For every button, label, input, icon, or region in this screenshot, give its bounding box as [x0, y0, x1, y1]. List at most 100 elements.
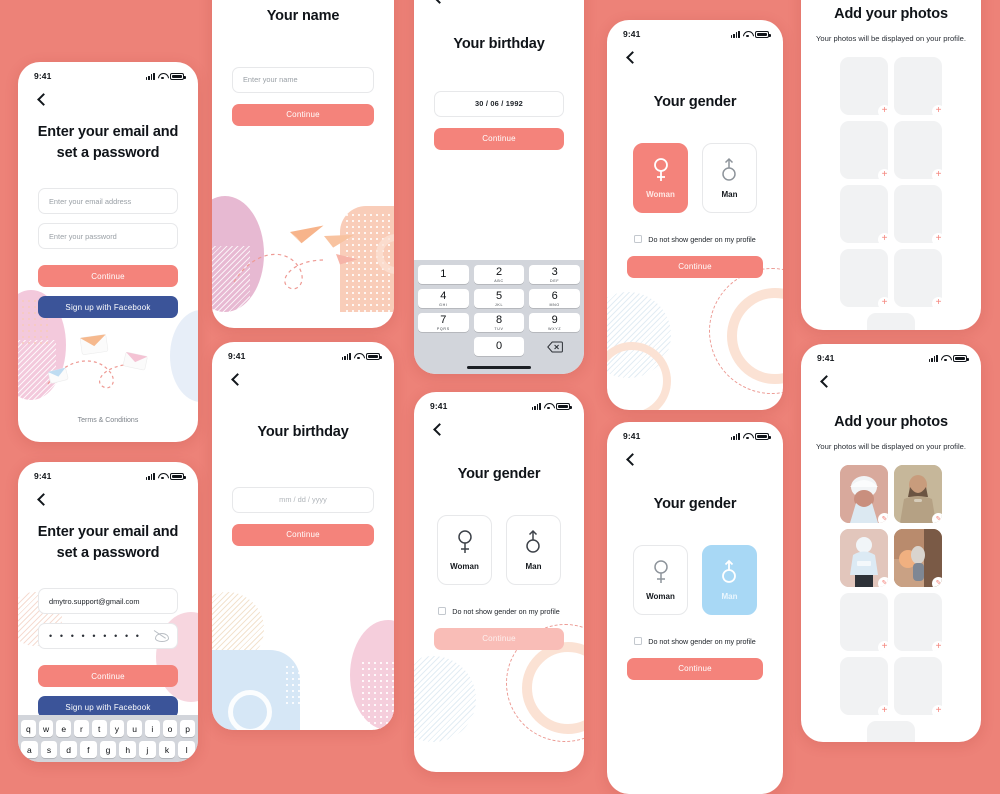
keyboard-key-q[interactable]: q	[20, 720, 36, 737]
gender-option-man[interactable]: Man	[506, 514, 561, 585]
photo-cell-empty[interactable]: +	[894, 656, 942, 715]
photo-cell-empty[interactable]: +	[840, 592, 888, 651]
birthday-input[interactable]: 30 / 06 / 1992	[434, 90, 564, 117]
keypad-key-3[interactable]: 3 DEF	[529, 265, 581, 284]
back-button[interactable]	[228, 372, 244, 388]
photo-cell-empty[interactable]: +	[894, 56, 942, 115]
page-title: Enter your email and set a password	[37, 524, 179, 561]
terms-and-conditions-link[interactable]: Terms & Conditions	[18, 417, 198, 424]
keyboard-key-p[interactable]: p	[180, 720, 196, 737]
edit-photo-icon[interactable]: ✎	[878, 576, 888, 587]
continue-button[interactable]: Continue	[434, 127, 564, 150]
keypad-key-4[interactable]: 4 GHI	[418, 289, 469, 308]
photo-cell-empty[interactable]: +	[894, 248, 942, 307]
numeric-keypad[interactable]: 1 2 ABC 3 DEF 4 GHI 5 JKL 6 MNO 7 PQRS 8 TUV 9 WXYZ 0	[414, 260, 584, 374]
email-input[interactable]: Enter your email address	[38, 188, 178, 215]
photo-cell-empty[interactable]: +	[840, 56, 888, 115]
add-photo-icon[interactable]: +	[932, 104, 942, 115]
password-input[interactable]: Enter your password	[38, 223, 178, 250]
photo-cell-empty[interactable]: +	[894, 184, 942, 243]
continue-button[interactable]: Continue	[38, 665, 178, 688]
add-photo-icon[interactable]: +	[878, 232, 888, 243]
add-photo-icon[interactable]: +	[932, 168, 942, 179]
back-button[interactable]	[430, 0, 446, 6]
add-photo-icon[interactable]: +	[932, 232, 942, 243]
continue-button[interactable]: Continue	[434, 627, 564, 650]
back-button[interactable]	[817, 374, 833, 390]
add-photo-icon[interactable]: +	[932, 296, 942, 307]
photo-cell-filled[interactable]: ✎	[894, 464, 942, 523]
photo-cell-empty[interactable]: +	[840, 248, 888, 307]
keyboard-key-t[interactable]: t	[91, 720, 107, 737]
email-input[interactable]: dmytro.support@gmail.com	[38, 588, 178, 615]
photo-cell-empty[interactable]: +	[840, 656, 888, 715]
hide-gender-checkbox[interactable]	[634, 235, 643, 244]
keypad-key-6[interactable]: 6 MNO	[529, 289, 581, 308]
keyboard-key-o[interactable]: o	[162, 720, 178, 737]
photo-cell-empty[interactable]: +	[840, 184, 888, 243]
qwerty-keyboard[interactable]: qwertyuiopasdfghjkl	[18, 715, 198, 762]
photo-cell-empty[interactable]: +	[894, 120, 942, 179]
add-photo-icon[interactable]: +	[932, 704, 942, 715]
edit-photo-icon[interactable]: ✎	[878, 512, 888, 523]
keypad-backspace-icon[interactable]	[529, 337, 580, 356]
add-photo-icon[interactable]: +	[932, 640, 942, 651]
photo-cell-filled[interactable]: ✎	[894, 528, 942, 587]
hide-gender-checkbox-row[interactable]: Do not show gender on my profile	[607, 235, 783, 244]
keypad-key-0[interactable]: 0	[473, 337, 525, 356]
photo-cell-empty[interactable]: +	[840, 120, 888, 179]
photo-cell-empty[interactable]: +	[867, 312, 915, 330]
gender-option-woman[interactable]: Woman	[437, 514, 492, 585]
hide-gender-checkbox[interactable]	[634, 637, 643, 646]
back-button[interactable]	[430, 422, 446, 438]
keypad-key-8[interactable]: 8 TUV	[473, 313, 525, 332]
add-photo-icon[interactable]: +	[878, 704, 888, 715]
add-photo-icon[interactable]: +	[878, 296, 888, 307]
keyboard-key-w[interactable]: w	[38, 720, 54, 737]
facebook-signup-button[interactable]: Sign up with Facebook	[38, 296, 178, 319]
eye-off-icon[interactable]	[155, 631, 169, 642]
screen-birthday-empty: 9:41 Your birthday mm / dd / yyyy Contin…	[212, 342, 394, 730]
hide-gender-checkbox[interactable]	[438, 607, 447, 616]
keyboard-key-r[interactable]: r	[74, 720, 89, 737]
photo-cell-empty[interactable]: +	[867, 720, 915, 742]
back-button[interactable]	[34, 92, 50, 108]
keypad-key-2[interactable]: 2 ABC	[473, 265, 525, 284]
keypad-key-7[interactable]: 7 PQRS	[418, 313, 469, 332]
add-photo-icon[interactable]: +	[878, 104, 888, 115]
keyboard-key-e[interactable]: e	[56, 720, 72, 737]
edit-photo-icon[interactable]: ✎	[932, 576, 942, 587]
password-input[interactable]: • • • • • • • • •	[38, 623, 178, 650]
hide-gender-checkbox-row[interactable]: Do not show gender on my profile	[607, 637, 783, 646]
page-title: Add your photos	[834, 6, 948, 22]
continue-button[interactable]: Continue	[627, 657, 763, 680]
photo-cell-empty[interactable]: +	[894, 592, 942, 651]
continue-button[interactable]: Continue	[38, 265, 178, 288]
keypad-key-9[interactable]: 9 WXYZ	[529, 313, 581, 332]
continue-button[interactable]: Continue	[232, 523, 374, 546]
photo-cell-filled[interactable]: ✎	[840, 464, 888, 523]
keyboard-key-i[interactable]: i	[144, 720, 160, 737]
gender-option-woman[interactable]: Woman	[633, 142, 688, 213]
keypad-key-5[interactable]: 5 JKL	[473, 289, 525, 308]
continue-button[interactable]: Continue	[627, 255, 763, 278]
continue-button[interactable]: Continue	[232, 103, 374, 126]
back-button[interactable]	[623, 452, 639, 468]
birthday-input[interactable]: mm / dd / yyyy	[232, 486, 374, 513]
keyboard-key-u[interactable]: u	[127, 720, 142, 737]
gender-option-woman[interactable]: Woman	[633, 544, 688, 615]
hide-gender-checkbox-row[interactable]: Do not show gender on my profile	[414, 607, 584, 616]
gender-option-man[interactable]: Man	[702, 544, 757, 615]
photo-cell-filled[interactable]: ✎	[840, 528, 888, 587]
back-button[interactable]	[34, 492, 50, 508]
photo-grid[interactable]: + + + + + + + + +	[801, 56, 981, 330]
back-button[interactable]	[623, 50, 639, 66]
edit-photo-icon[interactable]: ✎	[932, 512, 942, 523]
keypad-key-1[interactable]: 1	[418, 265, 469, 284]
photo-grid[interactable]: ✎ ✎ ✎ ✎ + + + + +	[801, 464, 981, 742]
name-input[interactable]: Enter your name	[232, 66, 374, 93]
keyboard-key-y[interactable]: y	[109, 720, 125, 737]
add-photo-icon[interactable]: +	[878, 640, 888, 651]
add-photo-icon[interactable]: +	[878, 168, 888, 179]
gender-option-man[interactable]: Man	[702, 142, 757, 213]
